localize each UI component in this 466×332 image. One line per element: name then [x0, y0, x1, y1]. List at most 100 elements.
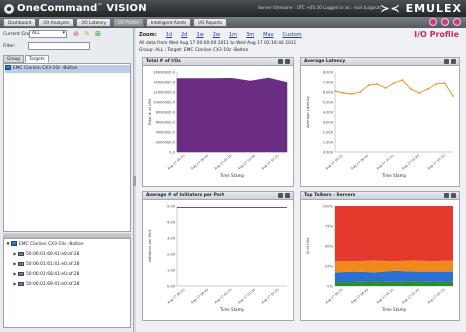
brand-suffix: VISION: [106, 3, 147, 14]
series-area-2: [335, 260, 453, 273]
tree-item-port[interactable]: ▶ 50:06:01:60:41:e0:af:28: [12, 250, 137, 258]
group-target-text: Group: ALL ; Target: EMC Clariion CX3-10…: [139, 48, 249, 53]
tab-targets[interactable]: Targets: [25, 55, 49, 63]
minimize-icon[interactable]: [444, 59, 449, 64]
settings-icon[interactable]: [429, 18, 437, 26]
data-point: [409, 88, 412, 90]
add-group-icon[interactable]: ⊞: [94, 30, 102, 38]
x-tick-label: Aug 17 00:45: [350, 154, 369, 171]
x-axis-label: Time Stamp: [381, 307, 407, 312]
zoom-max[interactable]: Max: [263, 32, 273, 38]
edit-group-icon[interactable]: ✎: [83, 30, 91, 38]
current-group-select[interactable]: ALL: [29, 30, 67, 38]
chart-total-ios: 0.0 2000000.0 4000000.0 6000000.0 8000000.0 1…: [147, 71, 288, 178]
refresh-icon[interactable]: [441, 18, 449, 26]
nav-icon-group: [429, 18, 461, 26]
left-panel: Current Group: ALL ⊘ ✎ ⊞ Filter: Group T…: [0, 28, 134, 332]
storage-array-icon: [11, 241, 17, 246]
tree-item-port[interactable]: ▶ 50:06:01:61:41:e0:af:28: [12, 260, 137, 268]
data-point: [401, 79, 404, 81]
tab-intelligent-alerts[interactable]: Intelligent Alerts: [145, 18, 192, 27]
maximize-icon[interactable]: [285, 59, 290, 64]
y-tick-label: 5.000: [323, 101, 334, 105]
y-axis-label: Initiators per Port: [147, 229, 152, 263]
storage-array-icon: [5, 65, 11, 70]
tree-item-port[interactable]: ▶ 50:06:01:68:41:e0:af:28: [12, 270, 137, 278]
zoom-1d[interactable]: 1d: [166, 32, 172, 38]
tab-dashboard[interactable]: Dashboard: [3, 18, 37, 27]
data-point: [435, 83, 438, 85]
x-axis-label: Time Stamp: [219, 307, 245, 312]
x-tick-label: Aug 17 00:15: [325, 288, 344, 305]
y-axis-label: Average Latency: [305, 95, 310, 128]
y-tick-label: 3.00: [167, 237, 176, 241]
maximize-icon[interactable]: [285, 193, 290, 198]
zoom-custom[interactable]: Custom: [282, 32, 301, 38]
tree-item-port[interactable]: ▶ 50:06:01:69:41:e0:af:28: [12, 280, 137, 288]
port-icon: [18, 272, 24, 276]
y-tick-label: 12000000.0: [153, 91, 175, 95]
emulex-logo: ≻≺ EMULEX: [380, 2, 462, 15]
x-tick-label: Aug 17 02:15: [427, 154, 446, 171]
top-header: OneCommand™ VISION Server timezone : UTC…: [0, 0, 466, 17]
tab-group[interactable]: Group: [3, 55, 25, 63]
product-brand: OneCommand™ VISION: [17, 3, 147, 14]
y-tick-label: 4000000.0: [156, 131, 176, 135]
x-tick-label: Aug 17 00:45: [190, 288, 209, 305]
y-tick-label: 5.00: [167, 205, 176, 209]
y-tick-label: 6000000.0: [156, 121, 176, 125]
zoom-3m[interactable]: 3m: [246, 32, 254, 38]
y-tick-label: 50%: [325, 245, 334, 249]
minimize-icon[interactable]: [278, 193, 283, 198]
date-range-text: All data from Wed Aug 17 00:00:00 2011 t…: [139, 41, 297, 46]
onecommand-logo-icon: [4, 3, 14, 14]
main-nav: Dashboard I/O Analyzer I/O Latency I/O P…: [0, 17, 466, 28]
series-area-1: [335, 270, 453, 282]
tree-item-target[interactable]: EMC Clariion CX3-10c -Bolton: [5, 65, 130, 73]
panel-controls: [278, 59, 290, 64]
filter-input[interactable]: [28, 42, 90, 50]
ports-tree: ▼ EMC Clariion CX3-10c -Bolton ▶ 50:06:01:…: [3, 238, 131, 328]
chart-title: Total # of I/Os: [143, 58, 293, 66]
x-tick-label: Aug 17 01:45: [401, 154, 420, 171]
company-name: EMULEX: [405, 2, 462, 15]
x-tick-label: Aug 17 00:45: [350, 288, 369, 305]
emulex-x-icon: ≻≺: [380, 2, 401, 15]
tab-io-reports[interactable]: I/O Reports: [193, 18, 228, 27]
remove-group-icon[interactable]: ⊘: [72, 30, 80, 38]
zoom-label: Zoom:: [139, 32, 157, 38]
zoom-2w[interactable]: 2w: [213, 32, 220, 38]
tab-io-profile[interactable]: I/O Profile: [112, 18, 144, 27]
server-status-text: Server timezone : UTC +05:30 Logged in a…: [258, 5, 382, 10]
maximize-icon[interactable]: [451, 59, 456, 64]
x-tick-label: Aug 17 01:15: [214, 154, 233, 171]
x-tick-label: Aug 17 01:45: [237, 288, 256, 305]
tree-item-array[interactable]: ▼ EMC Clariion CX3-10c -Bolton: [5, 240, 130, 248]
zoom-1m[interactable]: 1m: [229, 32, 237, 38]
zoom-2d[interactable]: 2d: [181, 32, 187, 38]
port-wwn: 50:06:01:68:41:e0:af:28: [26, 272, 80, 277]
minimize-icon[interactable]: [444, 193, 449, 198]
data-point: [393, 82, 395, 84]
tab-io-analyzer[interactable]: I/O Analyzer: [38, 18, 75, 27]
panel-controls: [444, 59, 456, 64]
chart-panel-total-ios: Total # of I/Os 0.0 2000000.0 4000000.0 600…: [142, 57, 294, 187]
y-tick-label: 7.000: [323, 81, 334, 85]
data-point: [350, 93, 353, 95]
y-tick-label: 4.00: [167, 221, 176, 225]
y-tick-label: 0.000: [323, 151, 334, 155]
minimize-icon[interactable]: [278, 59, 283, 64]
maximize-icon[interactable]: [451, 193, 456, 198]
x-axis-label: Time Stamp: [381, 173, 407, 178]
port-icon: [18, 282, 24, 286]
y-tick-label: 2.000: [323, 131, 334, 135]
y-tick-label: 0.0: [169, 151, 175, 155]
help-icon[interactable]: [453, 18, 461, 26]
x-tick-label: Aug 17 00:15: [167, 288, 186, 305]
brand-trademark: ™: [97, 3, 103, 9]
left-subtabs: Group Targets: [3, 55, 50, 63]
chart-title: Average Latency: [301, 58, 459, 66]
zoom-1w[interactable]: 1w: [196, 32, 203, 38]
chart-title: Average # of Initiators per Port: [143, 192, 293, 200]
tab-io-latency[interactable]: I/O Latency: [76, 18, 111, 27]
